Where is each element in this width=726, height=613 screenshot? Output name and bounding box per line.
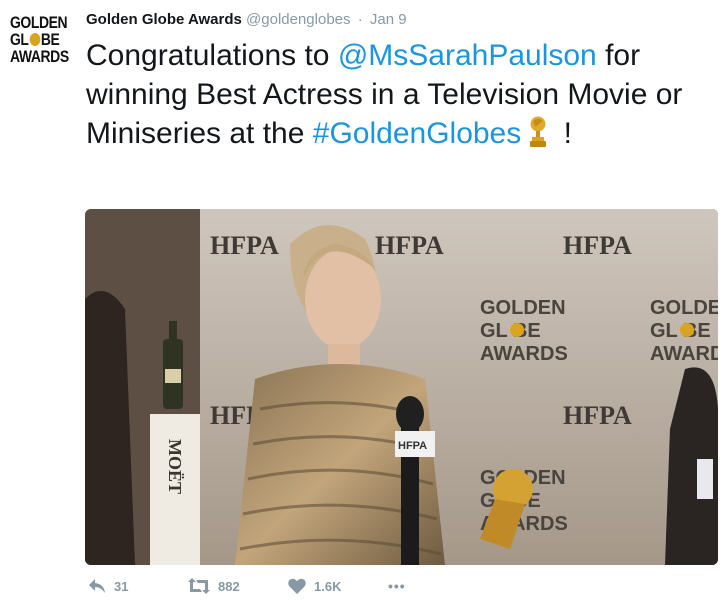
backdrop-hfpa-text: HFPA <box>210 231 279 260</box>
reply-button[interactable]: 31 <box>88 578 188 594</box>
bottle-label-text: MOËT <box>165 439 185 494</box>
retweet-button[interactable]: 882 <box>188 578 288 594</box>
hashtag-link[interactable]: #GoldenGlobes <box>313 117 521 150</box>
retweet-icon <box>188 578 210 594</box>
like-button[interactable]: 1.6K <box>288 578 388 594</box>
globe-icon <box>29 33 41 46</box>
user-handle[interactable]: @goldenglobes <box>246 11 350 28</box>
avatar-line-golden: GOLDEN <box>10 13 68 32</box>
backdrop-hfpa-text: HFPA <box>563 401 632 430</box>
more-icon: ••• <box>388 578 406 594</box>
tweet-text-part: Congratulations to <box>86 39 338 72</box>
trophy-emoji-icon <box>530 116 547 147</box>
avatar-line-globe: GL BE <box>10 30 60 49</box>
separator: · <box>357 11 363 28</box>
reply-icon <box>89 579 105 593</box>
backdrop-awards-text: AWARDS <box>650 343 718 365</box>
tweet-text-part: ! <box>555 117 572 150</box>
like-count: 1.6K <box>314 578 342 594</box>
tweet-media-image[interactable]: HFPA HFPA HFPA HFPA HFPA GOLDEN GL BE AW… <box>85 209 718 565</box>
profile-avatar[interactable]: GOLDEN GL BE AWARDS <box>10 13 69 74</box>
backdrop-awards-text: AWARDS <box>480 343 568 365</box>
avatar-line-awards: AWARDS <box>10 47 69 66</box>
tweet-actions: 31 882 1.6K ••• <box>88 578 406 594</box>
more-button[interactable]: ••• <box>388 578 406 594</box>
mic-flag-text: HFPA <box>398 440 427 452</box>
tweet-text: Congratulations to @MsSarahPaulson for w… <box>86 36 718 153</box>
reply-count: 31 <box>114 578 129 594</box>
backdrop-golden-text: GOLDEN <box>480 297 566 319</box>
backdrop-hfpa-text: HFPA <box>563 231 632 260</box>
tweet-date[interactable]: Jan 9 <box>370 11 407 28</box>
display-name[interactable]: Golden Globe Awards <box>86 11 242 28</box>
heart-icon <box>288 578 306 594</box>
media-photo: HFPA HFPA HFPA HFPA HFPA GOLDEN GL BE AW… <box>85 209 718 565</box>
backdrop-golden-text: GOLDEN <box>650 297 718 319</box>
retweet-count: 882 <box>218 578 240 594</box>
mention-link[interactable]: @MsSarahPaulson <box>338 39 597 72</box>
backdrop-hfpa-text: HFPA <box>375 231 444 260</box>
tweet-header: Golden Globe Awards @goldenglobes · Jan … <box>86 11 407 28</box>
